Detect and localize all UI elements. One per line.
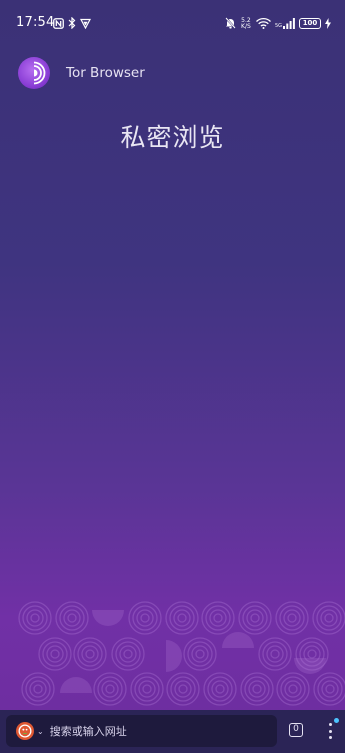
pattern-ring [123,649,133,659]
menu-dot [329,729,332,733]
network-speed: 5.2 K/S [240,17,252,30]
pattern-ring [73,637,107,671]
pattern-ring [307,649,317,659]
bottom-toolbar: ⌄ 0 [0,710,345,753]
vpn-icon [80,14,91,33]
pattern-ring [238,601,272,635]
pattern-half-circle [166,640,182,672]
pattern-ring [283,609,301,627]
pattern-ring [240,672,274,706]
mute-icon [225,14,236,33]
pattern-ring [209,609,227,627]
pattern-half-circle [294,658,326,674]
pattern-ring [215,684,225,694]
tor-onion-icon[interactable] [18,57,50,89]
pattern-ring [248,680,266,698]
pattern-ring [105,684,115,694]
pattern-ring [63,609,81,627]
address-bar[interactable]: ⌄ [6,715,277,747]
battery-icon: 100 [299,18,321,29]
pattern-ring [178,684,188,694]
pattern-ring [258,637,292,671]
pattern-ring [270,649,280,659]
pattern-ring [166,672,200,706]
pattern-ring [177,613,187,623]
nfc-icon [53,14,64,33]
pattern-ring [136,609,154,627]
chevron-down-icon[interactable]: ⌄ [37,727,44,736]
pattern-ring [81,645,99,663]
pattern-ring [203,672,237,706]
pattern-ring [325,684,335,694]
pattern-ring [128,601,162,635]
pattern-ring [183,637,217,671]
pattern-ring [275,601,309,635]
duckduckgo-icon[interactable] [16,722,34,740]
pattern-ring [320,609,338,627]
pattern-ring [266,645,284,663]
network-speed-unit: K/S [241,22,251,30]
pattern-ring [30,613,40,623]
overflow-menu-icon[interactable] [322,718,339,742]
pattern-ring [111,637,145,671]
pattern-ring [138,680,156,698]
menu-dot [329,736,332,739]
pattern-ring [46,645,64,663]
pattern-ring [165,601,199,635]
pattern-ring [276,672,310,706]
pattern-ring [211,680,229,698]
pattern-ring [142,684,152,694]
pattern-ring [321,680,339,698]
menu-dot [329,723,332,726]
pattern-ring [173,609,191,627]
pattern-ring [195,649,205,659]
signal-icon: 5G [275,18,295,29]
pattern-ring [119,645,137,663]
pattern-ring [55,601,89,635]
pattern-ring [67,613,77,623]
pattern-ring [130,672,164,706]
pattern-ring [29,680,47,698]
pattern-ring [101,680,119,698]
pattern-ring [312,601,345,635]
pattern-ring [21,672,55,706]
app-title: Tor Browser [66,65,145,81]
status-time: 17:54 [16,15,55,30]
notification-badge [334,718,339,723]
app-header: Tor Browser [18,56,145,90]
pattern-ring [287,613,297,623]
pattern-ring [288,684,298,694]
charging-icon [325,14,331,33]
status-right-icons: 5.2 K/S 5G 100 [225,14,331,33]
status-left-icons [53,14,91,33]
tab-counter-button[interactable]: 0 [289,723,303,737]
signal-label: 5G [274,23,282,29]
pattern-ring [85,649,95,659]
pattern-ring [33,684,43,694]
pattern-half-circle [222,632,254,648]
bluetooth-icon [68,14,76,33]
private-browsing-heading: 私密浏览 [120,123,225,152]
pattern-half-circle [60,677,92,693]
pattern-ring [93,672,127,706]
pattern-ring [284,680,302,698]
pattern-half-circle [92,610,124,626]
decorative-pattern [18,601,345,706]
wifi-icon [255,14,271,33]
pattern-ring [201,601,235,635]
pattern-ring [252,684,262,694]
pattern-ring [246,609,264,627]
pattern-ring [250,613,260,623]
pattern-ring [324,613,334,623]
pattern-ring [213,613,223,623]
search-input[interactable] [49,724,250,738]
pattern-ring [140,613,150,623]
pattern-ring [38,637,72,671]
status-bar: 17:54 5.2 K/S 5G 100 [0,0,345,42]
pattern-ring [18,601,52,635]
pattern-ring [26,609,44,627]
pattern-ring [174,680,192,698]
pattern-ring [50,649,60,659]
pattern-ring [191,645,209,663]
